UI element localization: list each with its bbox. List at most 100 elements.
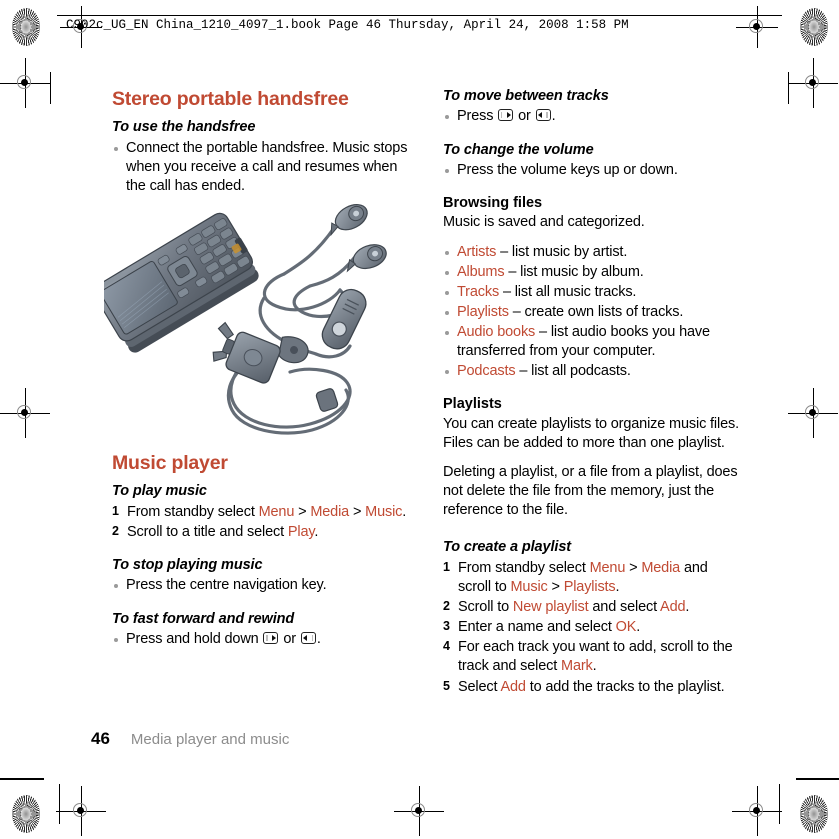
- list-item: Press or .: [443, 107, 739, 126]
- category-term-playlists: Playlists: [457, 303, 509, 320]
- bullet-text-mid: or: [279, 630, 300, 647]
- mark-term: Mark: [561, 658, 593, 675]
- print-target-starburst-top-left: [12, 8, 40, 46]
- crop-rule-right: [788, 72, 789, 104]
- nav-key-left-icon: [300, 631, 316, 644]
- move-tracks-bullet-list: Press or .: [443, 107, 739, 126]
- category-description: – list music by artist.: [496, 243, 628, 260]
- change-volume-bullet-list: Press the volume keys up or down.: [443, 161, 739, 180]
- category-term-albums: Albums: [457, 263, 505, 280]
- list-item: Connect the portable handsfree. Music st…: [112, 139, 408, 196]
- list-item: Press the centre navigation key.: [112, 576, 408, 595]
- nav-key-left-icon: [535, 109, 551, 122]
- playlists-term: Playlists: [563, 578, 616, 595]
- section-title-music-player: Music player: [112, 452, 228, 474]
- subheading-to-move-between-tracks: To move between tracks: [443, 88, 609, 104]
- list-item: Artists – list music by artist.: [443, 243, 739, 262]
- manual-page: C902c_UG_EN China_1210_4097_1.book Page …: [0, 0, 839, 839]
- step-text-suffix: .: [314, 523, 319, 540]
- bullet-text-prefix: Press and hold down: [126, 630, 263, 647]
- crop-rule-bottom-right: [779, 784, 780, 824]
- registration-mark-right: [788, 58, 838, 108]
- stop-music-bullet-list: Press the centre navigation key.: [112, 576, 408, 595]
- list-item: For each track you want to add, scroll t…: [443, 638, 739, 676]
- media-term: Media: [310, 503, 350, 520]
- music-term: Music: [365, 503, 403, 520]
- left-column: Stereo portable handsfree To use the han…: [112, 88, 408, 197]
- crop-rule-left: [50, 72, 51, 104]
- ok-term: OK: [615, 619, 637, 636]
- step-text-prefix: Scroll to: [458, 599, 513, 616]
- list-item: From standby select Menu > Media > Music…: [112, 503, 408, 522]
- fast-forward-bullet-list: Press and hold down or .: [112, 630, 408, 649]
- add-term: Add: [500, 678, 526, 695]
- subheading-to-fast-forward-and-rewind: To fast forward and rewind: [112, 610, 295, 627]
- list-item: Audio books – list audio books you have …: [443, 323, 739, 361]
- playlists-paragraph-2: Deleting a playlist, or a file from a pl…: [443, 464, 738, 519]
- category-term-artists: Artists: [457, 243, 497, 260]
- subheading-to-stop-playing-music: To stop playing music: [112, 557, 263, 574]
- step-text-suffix: .: [685, 599, 690, 616]
- header-rule: [57, 15, 782, 16]
- category-description: – list all music tracks.: [499, 283, 637, 300]
- chapter-title: Media player and music: [130, 731, 290, 748]
- list-item: Playlists – create own lists of tracks.: [443, 303, 739, 322]
- play-music-steps: From standby select Menu > Media > Music…: [112, 503, 408, 542]
- music-term: Music: [510, 578, 548, 595]
- nav-key-right-icon: [263, 631, 279, 644]
- nav-key-right-icon: [498, 109, 514, 122]
- playlists-paragraph-1: You can create playlists to organize mus…: [443, 415, 739, 451]
- registration-mark-bottom-center: [394, 786, 444, 836]
- section-title-stereo-portable-handsfree: Stereo portable handsfree: [112, 88, 349, 110]
- step-text-prefix: Enter a name and select: [458, 619, 616, 636]
- category-term-tracks: Tracks: [457, 283, 500, 300]
- left-column-lower: Music player To play music From standby …: [112, 452, 408, 650]
- browsing-files-list: Artists – list music by artist. Albums –…: [443, 243, 739, 382]
- bullet-text-mid: or: [514, 108, 535, 125]
- registration-mark-bottom-right: [732, 786, 782, 836]
- new-playlist-term: New playlist: [512, 599, 589, 616]
- category-description: – list all podcasts.: [515, 363, 631, 380]
- separator: >: [349, 503, 366, 520]
- media-term: Media: [641, 559, 681, 576]
- browsing-files-intro: Music is saved and categorized.: [443, 214, 645, 231]
- category-description: – list music by album.: [504, 263, 644, 280]
- print-target-starburst-bottom-left: [12, 795, 40, 833]
- bullet-text-prefix: Press: [457, 108, 498, 125]
- separator: >: [294, 503, 311, 520]
- list-item: Tracks – list all music tracks.: [443, 283, 739, 302]
- bullet-text-suffix: .: [316, 630, 321, 647]
- handsfree-bullet-list: Connect the portable handsfree. Music st…: [112, 139, 408, 196]
- list-item: Podcasts – list all podcasts.: [443, 362, 739, 381]
- menu-term: Menu: [589, 559, 626, 576]
- print-target-starburst-bottom-right: [800, 795, 828, 833]
- list-item: Press the volume keys up or down.: [443, 161, 739, 180]
- bullet-text-suffix: .: [551, 108, 556, 125]
- create-playlist-steps: From standby select Menu > Media and scr…: [443, 559, 739, 697]
- step-text-suffix: .: [402, 503, 407, 520]
- subheading-to-create-a-playlist: To create a playlist: [443, 539, 572, 556]
- separator: >: [625, 559, 642, 576]
- list-item: From standby select Menu > Media and scr…: [443, 559, 739, 597]
- subheading-browsing-files: Browsing files: [443, 195, 543, 212]
- category-term-audio-books: Audio books: [457, 324, 536, 341]
- page-footer: 46 Media player and music: [91, 729, 289, 749]
- registration-mark-left: [0, 58, 50, 108]
- registration-mark-left-middle: [0, 388, 50, 438]
- crop-rule-bottom-left: [59, 784, 60, 824]
- subheading-to-change-the-volume: To change the volume: [443, 141, 594, 158]
- step-text-suffix: .: [615, 578, 620, 595]
- list-item: Enter a name and select OK.: [443, 618, 739, 637]
- list-item: Scroll to a title and select Play.: [112, 523, 408, 542]
- step-text-mid: and select: [588, 599, 661, 616]
- registration-mark-bottom-left: [56, 786, 106, 836]
- list-item: Albums – list music by album.: [443, 263, 739, 282]
- registration-mark-right-middle: [788, 388, 838, 438]
- page-number: 46: [91, 729, 110, 748]
- step-text-prefix: From standby select: [127, 503, 259, 520]
